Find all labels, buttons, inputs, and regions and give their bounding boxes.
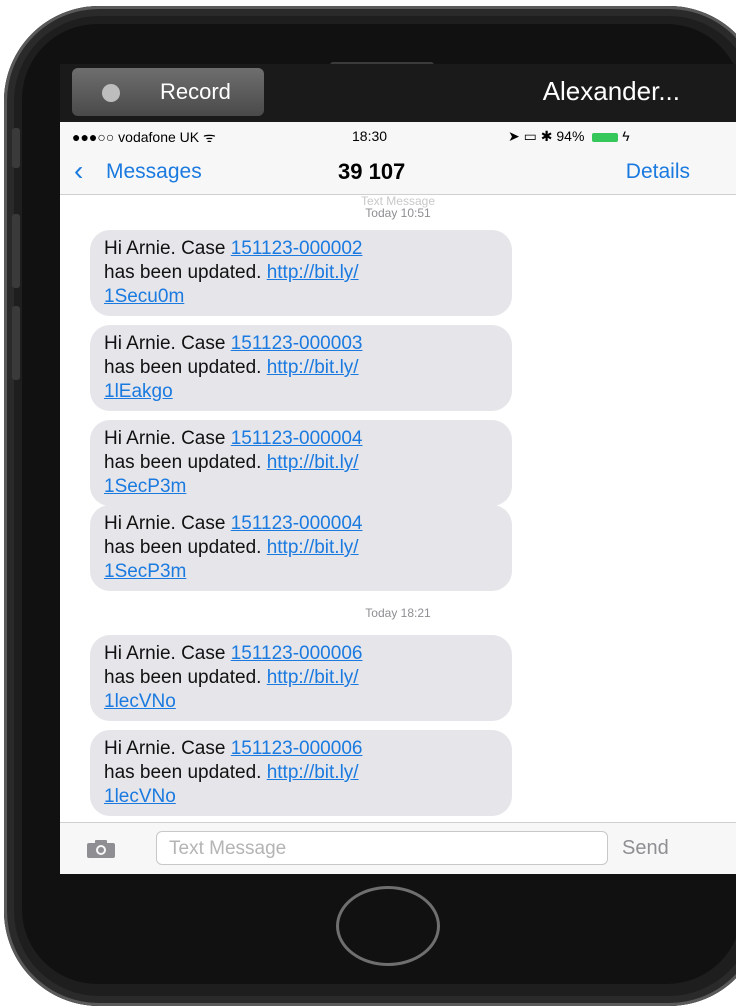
screen: ●●●○○ vodafone UK ᯤ 18:30 ➤ ▭ ✱ 94% ϟ ‹ … [60,122,736,874]
message-text: Hi Arnie. Case [104,643,231,664]
message-text: Hi Arnie. Case [104,738,231,759]
url-link[interactable]: http://bit.ly/ [267,762,359,783]
message-text: Hi Arnie. Case [104,238,231,259]
carrier-label: ●●●○○ vodafone UK [72,129,200,145]
message-bubble[interactable]: Hi Arnie. Case 151123-000006 has been up… [90,730,512,816]
status-bar: ●●●○○ vodafone UK ᯤ 18:30 ➤ ▭ ✱ 94% ϟ [60,122,736,150]
home-button[interactable] [336,886,440,966]
message-input[interactable]: Text Message [156,831,608,865]
url-link[interactable]: http://bit.ly/ [267,452,359,473]
back-chevron-icon[interactable]: ‹ [74,157,83,185]
message-text: has been updated. [104,762,267,783]
url-link[interactable]: 1lEakgo [104,381,173,402]
message-bubble[interactable]: Hi Arnie. Case 151123-000002 has been up… [90,230,512,316]
case-link[interactable]: 151123-000004 [231,513,363,534]
timestamp-first: Today 10:51 [365,206,431,220]
camera-icon[interactable] [86,839,116,859]
message-bubble[interactable]: Hi Arnie. Case 151123-000003 has been up… [90,325,512,411]
message-text: Hi Arnie. Case [104,513,231,534]
case-link[interactable]: 151123-000006 [231,738,363,759]
composer-bar: Text Message Send [60,822,736,874]
message-text: has been updated. [104,667,267,688]
record-dot-icon [102,84,120,102]
volume-up-button [12,214,20,288]
carrier-signal: ●●●○○ vodafone UK ᯤ [72,128,216,147]
battery-percent: 94% [556,128,585,144]
case-link[interactable]: 151123-000004 [231,428,363,449]
mute-switch [12,128,20,168]
status-time: 18:30 [352,128,388,144]
navigation-bar: ‹ Messages 39 107 Details [60,150,736,195]
message-text: has been updated. [104,357,267,378]
url-link[interactable]: http://bit.ly/ [267,262,359,283]
message-text: Hi Arnie. Case [104,428,231,449]
message-list[interactable]: Text Message Today 10:51 Hi Arnie. Case … [60,194,736,822]
case-link[interactable]: 151123-000006 [231,643,363,664]
url-link[interactable]: 1Secu0m [104,286,184,307]
url-link[interactable]: 1lecVNo [104,691,176,712]
url-link[interactable]: 1lecVNo [104,786,176,807]
send-button[interactable]: Send [622,837,669,860]
timestamp-second: Today 18:21 [365,606,431,620]
bluetooth-icon: ✱ [540,128,553,144]
contact-name: Alexander... [542,76,680,106]
message-bubble[interactable]: Hi Arnie. Case 151123-000006 has been up… [90,635,512,721]
wifi-icon: ᯤ [203,129,216,145]
back-button[interactable]: Messages [106,160,202,184]
url-link[interactable]: http://bit.ly/ [267,667,359,688]
message-text: has been updated. [104,537,267,558]
details-button[interactable]: Details [626,160,690,184]
message-text: has been updated. [104,262,267,283]
recording-bar: Record Alexander... [60,64,736,122]
url-link[interactable]: http://bit.ly/ [267,537,359,558]
url-link[interactable]: http://bit.ly/ [267,357,359,378]
charging-icon: ϟ [622,128,630,144]
url-link[interactable]: 1SecP3m [104,561,186,582]
conversation-title: 39 107 [338,159,406,184]
record-button[interactable]: Record [72,68,264,116]
message-bubble[interactable]: Hi Arnie. Case 151123-000004 has been up… [90,505,512,591]
case-link[interactable]: 151123-000002 [231,238,363,259]
location-icon: ➤ [508,128,520,144]
screen-mirroring-icon: ▭ [523,128,537,144]
url-link[interactable]: 1SecP3m [104,476,186,497]
message-text: has been updated. [104,452,267,473]
record-label: Record [160,79,231,104]
status-right: ➤ ▭ ✱ 94% ϟ [508,128,630,145]
message-bubble[interactable]: Hi Arnie. Case 151123-000004 has been up… [90,420,512,506]
message-text: Hi Arnie. Case [104,333,231,354]
battery-icon [592,132,619,142]
volume-down-button [12,306,20,380]
case-link[interactable]: 151123-000003 [231,333,363,354]
